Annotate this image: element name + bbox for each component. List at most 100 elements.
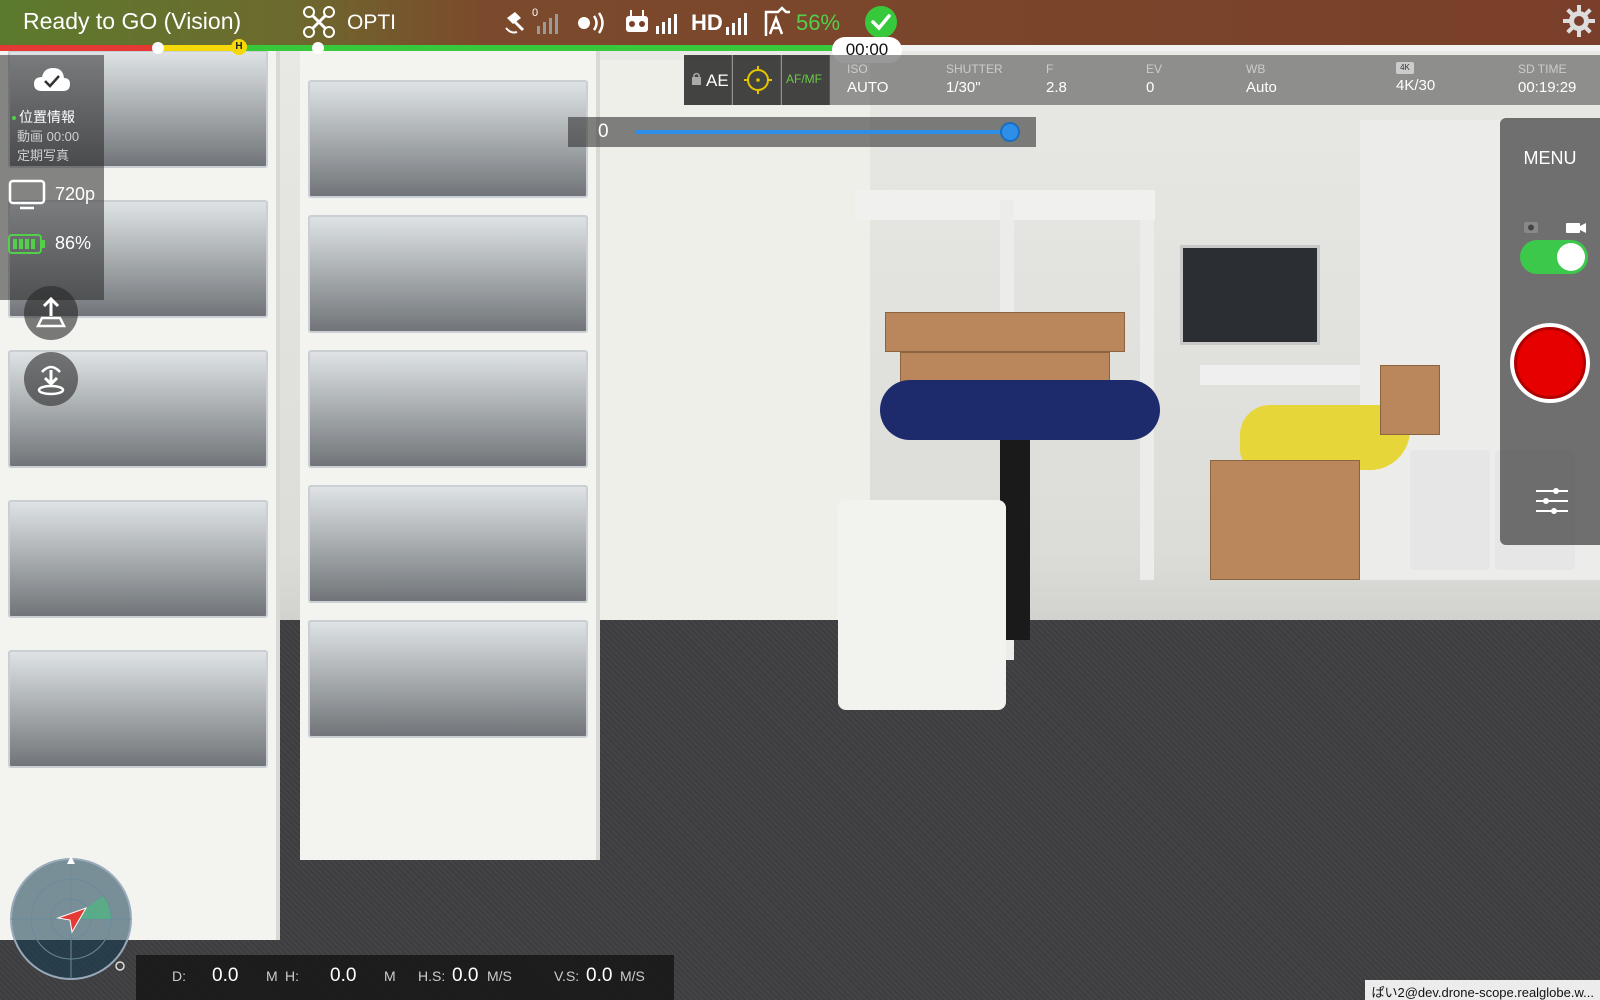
- flight-status[interactable]: Ready to GO (Vision): [23, 8, 241, 35]
- focus-point-button[interactable]: [733, 55, 781, 105]
- param-key: WB: [1246, 62, 1266, 76]
- af-mf-label: AF/MF: [786, 72, 822, 86]
- lock-icon: [692, 72, 701, 85]
- distance-value: 0.0: [212, 965, 239, 986]
- shutter-param[interactable]: SHUTTER 1/30": [946, 62, 1003, 96]
- record-indicator: [1514, 327, 1586, 399]
- drawer-cabinet: [300, 40, 600, 860]
- drone-model: OPTI: [347, 11, 397, 34]
- vertical-speed-unit-group: M/S: [620, 968, 645, 1000]
- height-label: H:: [285, 968, 299, 984]
- video-signal-icon[interactable]: [724, 11, 752, 35]
- slider-thumb[interactable]: [1000, 122, 1020, 142]
- vision-sensor-icon: [578, 12, 604, 34]
- param-key: ISO: [847, 62, 868, 76]
- exposure-slider-panel: 0: [568, 117, 1036, 147]
- timeline-critical-segment: [0, 45, 160, 51]
- slider-value: 0: [598, 121, 609, 142]
- battery-timeline: H: [0, 39, 1600, 55]
- drone-icon: [303, 6, 335, 38]
- height-unit: M: [384, 968, 396, 984]
- session-url: ぱい2@dev.drone-scope.realglobe.w...: [1365, 980, 1600, 1000]
- transmission-resolution[interactable]: 720p: [55, 184, 95, 205]
- horizontal-speed-readout: H.S:: [418, 968, 445, 1000]
- takeoff-icon: [35, 296, 67, 328]
- heater: [838, 500, 1006, 710]
- drawer: [308, 350, 588, 468]
- office-chair: [880, 380, 1160, 440]
- drawer: [8, 650, 268, 768]
- distance-unit-group: M: [266, 968, 278, 1000]
- gear-icon[interactable]: [1562, 4, 1596, 38]
- aircraft-battery-icon[interactable]: [762, 6, 794, 38]
- cardboard-box: [1210, 460, 1360, 580]
- background-desk: [1200, 365, 1360, 385]
- slider-track[interactable]: [636, 130, 1016, 134]
- menu-button[interactable]: MENU: [1500, 148, 1600, 169]
- drawer: [8, 500, 268, 618]
- interval-photo-label: 定期写真: [17, 148, 70, 163]
- param-value: 0: [1146, 79, 1155, 96]
- wb-param[interactable]: WB Auto: [1246, 62, 1277, 96]
- left-info-panel: 位置情報 動画 00:00 定期写真 720p 86%: [0, 55, 104, 300]
- monitor-icon: [8, 179, 46, 210]
- sd-time-param: SD TIME 00:19:29: [1518, 62, 1576, 96]
- param-key: F: [1046, 62, 1054, 76]
- ae-lock-button[interactable]: AE: [684, 55, 732, 105]
- rc-battery-icon: [8, 234, 45, 254]
- param-value: Auto: [1246, 79, 1277, 96]
- home-marker: H: [231, 39, 247, 55]
- toggle-knob: [1557, 243, 1585, 271]
- param-value: 1/30": [946, 79, 981, 96]
- param-value: 4K/30: [1396, 77, 1436, 94]
- satellite-count: 0: [532, 7, 539, 19]
- takeoff-button[interactable]: [24, 286, 78, 340]
- focus-target-icon: [744, 66, 772, 94]
- timeline-low-segment: [160, 45, 238, 51]
- aperture-param[interactable]: F 2.8: [1046, 62, 1067, 96]
- timeline-marker: [312, 42, 324, 54]
- vertical-speed-value: 0.0: [586, 965, 613, 986]
- param-key: SD TIME: [1518, 62, 1567, 76]
- height-unit-group: M: [384, 968, 396, 1000]
- ev-param[interactable]: EV 0: [1146, 62, 1162, 96]
- drawer: [308, 485, 588, 603]
- cardboard-box: [1380, 365, 1440, 435]
- horizontal-speed-label: H.S:: [418, 968, 446, 984]
- horizontal-speed-value: 0.0: [452, 965, 479, 986]
- drawer: [308, 80, 588, 198]
- wall: [590, 60, 870, 700]
- timeline-ok-segment: [238, 45, 838, 51]
- camera-settings-sliders-icon[interactable]: [1534, 483, 1570, 519]
- photo-video-mode-icons: [1524, 222, 1586, 233]
- param-key: SHUTTER: [946, 62, 1003, 76]
- vertical-speed-unit: M/S: [620, 968, 645, 984]
- photo-video-toggle[interactable]: [1520, 240, 1588, 274]
- location-info-label[interactable]: 位置情報: [12, 107, 75, 127]
- compass-radar[interactable]: [8, 856, 134, 982]
- cardboard-box: [885, 312, 1125, 352]
- distance-value-group: 0.0: [212, 965, 238, 1000]
- iso-param[interactable]: ISO AUTO: [847, 62, 888, 96]
- horizontal-speed-unit: M/S: [487, 968, 512, 984]
- param-value: 2.8: [1046, 79, 1067, 96]
- param-value: 00:19:29: [1518, 79, 1577, 96]
- record-button[interactable]: [1510, 323, 1590, 403]
- af-mf-toggle[interactable]: AF/MF: [782, 55, 830, 105]
- aircraft-battery-percent: 56%: [796, 10, 841, 35]
- timeline-marker: [152, 42, 164, 54]
- remote-controller-icon[interactable]: [624, 8, 680, 36]
- right-control-panel: MENU: [1500, 118, 1600, 545]
- vertical-speed-label: V.S:: [554, 968, 580, 984]
- param-key: EV: [1146, 62, 1163, 76]
- distance-unit: M: [266, 968, 278, 984]
- distance-label: D:: [172, 968, 186, 984]
- cloud-sync-icon[interactable]: [32, 65, 72, 95]
- camera-feed: [0, 0, 1600, 1000]
- vertical-speed-readout: V.S:: [554, 968, 579, 1000]
- drawer: [308, 215, 588, 333]
- return-home-button[interactable]: [24, 352, 78, 406]
- horizontal-speed-value-group: 0.0: [452, 965, 478, 1000]
- resolution-param[interactable]: 4K 4K/30: [1396, 62, 1435, 94]
- resolution-icon: 4K: [1396, 62, 1414, 74]
